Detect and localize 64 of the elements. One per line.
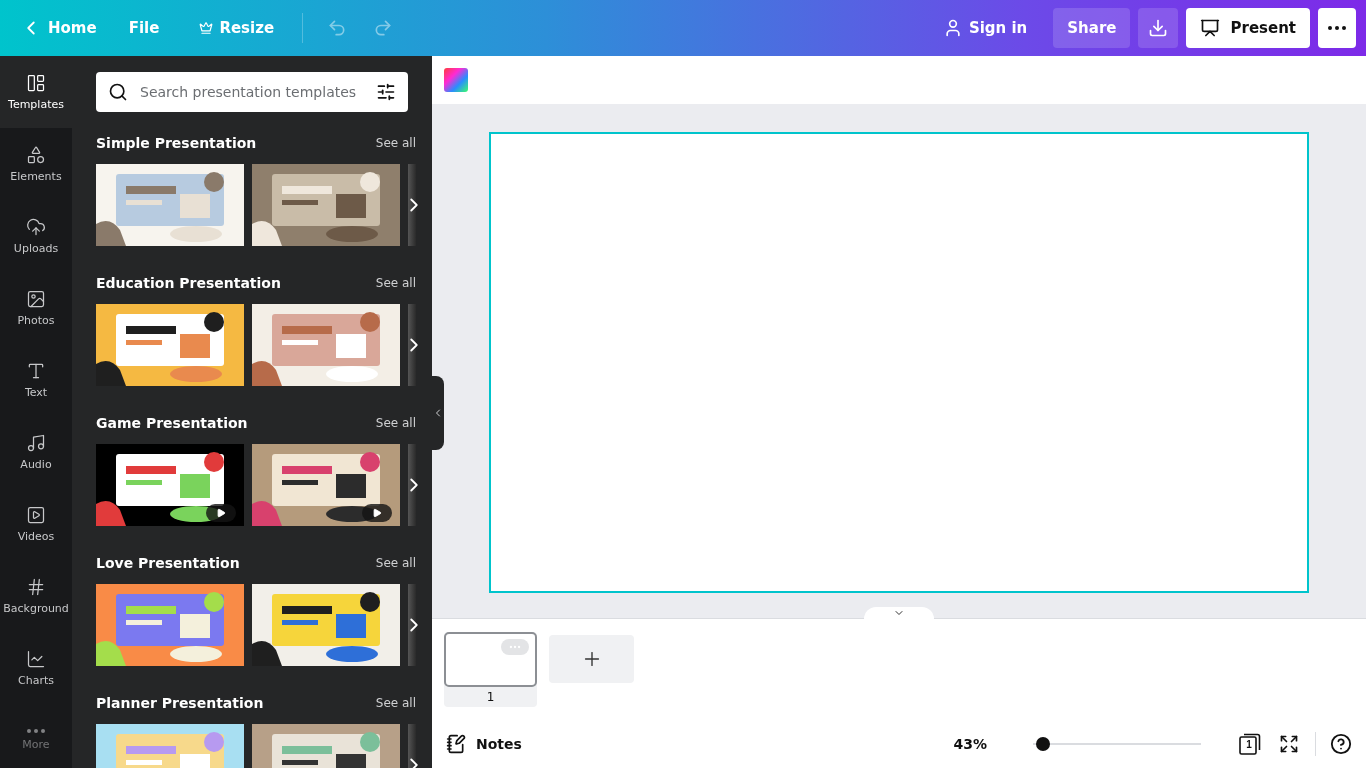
section-title: Love Presentation [96, 555, 240, 571]
sidebar-tab[interactable]: More [0, 704, 72, 768]
see-all-link[interactable]: See all [375, 136, 416, 150]
cloud-upload-icon [26, 217, 46, 237]
play-button[interactable] [362, 504, 392, 522]
fullscreen-button[interactable] [1279, 734, 1299, 754]
sign-in-button[interactable]: Sign in [930, 8, 1040, 48]
sidebar-tab[interactable]: Audio [0, 416, 72, 488]
slider-thumb[interactable] [1036, 737, 1051, 751]
redo-icon [373, 18, 394, 38]
section-title: Planner Presentation [96, 695, 264, 711]
color-picker-icon[interactable] [444, 68, 468, 92]
page-count: 1 [1245, 739, 1253, 750]
collapse-handle[interactable] [432, 376, 444, 450]
see-all-link[interactable]: See all [375, 276, 416, 290]
layout-icon [26, 73, 46, 93]
presentation-icon [1200, 18, 1221, 38]
expand-icon [1279, 734, 1299, 754]
notes-icon [446, 734, 466, 754]
sidebar-tab[interactable]: Charts [0, 632, 72, 704]
sidebar-tab[interactable]: Background [0, 560, 72, 632]
present-button[interactable]: Present [1186, 8, 1310, 48]
more-icon [27, 729, 45, 733]
zoom-slider[interactable] [1033, 737, 1201, 751]
play-icon [372, 508, 382, 518]
help-icon [1330, 733, 1352, 755]
notes-button[interactable]: Notes [446, 734, 522, 754]
filter-icon [376, 82, 396, 102]
line-chart-icon [26, 649, 46, 669]
play-button[interactable] [206, 504, 236, 522]
help-button[interactable] [1330, 733, 1352, 755]
download-icon [1148, 18, 1169, 38]
sidebar-tab[interactable]: Videos [0, 488, 72, 560]
sidebar-tab[interactable]: Photos [0, 272, 72, 344]
crown-icon [199, 21, 214, 35]
text-icon [26, 361, 46, 381]
pages-icon [1239, 733, 1261, 755]
more-icon [1328, 26, 1346, 30]
music-note-icon [26, 433, 46, 453]
sidebar-tab[interactable]: Uploads [0, 200, 72, 272]
section-title: Game Presentation [96, 415, 248, 431]
section-title: Education Presentation [96, 275, 281, 291]
page-number: 1 [485, 689, 496, 706]
sidebar-tab[interactable]: Text [0, 344, 72, 416]
see-all-link[interactable]: See all [375, 696, 416, 710]
zoom-level: 43% [953, 736, 987, 752]
page-count-button[interactable]: 1 [1239, 733, 1261, 755]
hatch-icon [26, 577, 46, 597]
search-bar[interactable]: Search presentation templates [96, 72, 408, 112]
see-all-link[interactable]: See all [375, 416, 416, 430]
video-icon [26, 505, 46, 525]
sidebar-tab[interactable]: Templates [0, 56, 72, 128]
more-button[interactable] [1318, 8, 1356, 48]
see-all-link[interactable]: See all [375, 556, 416, 570]
image-icon [26, 289, 46, 309]
sidebar-tab[interactable]: Elements [0, 128, 72, 200]
share-button[interactable]: Share [1053, 8, 1131, 48]
play-icon [216, 508, 226, 518]
download-button[interactable] [1138, 8, 1179, 48]
search-icon [108, 82, 128, 102]
page-thumbnail[interactable] [444, 632, 537, 687]
shapes-icon [26, 145, 46, 165]
expand-toggle[interactable] [864, 607, 934, 619]
section-title: Simple Presentation [96, 135, 257, 151]
